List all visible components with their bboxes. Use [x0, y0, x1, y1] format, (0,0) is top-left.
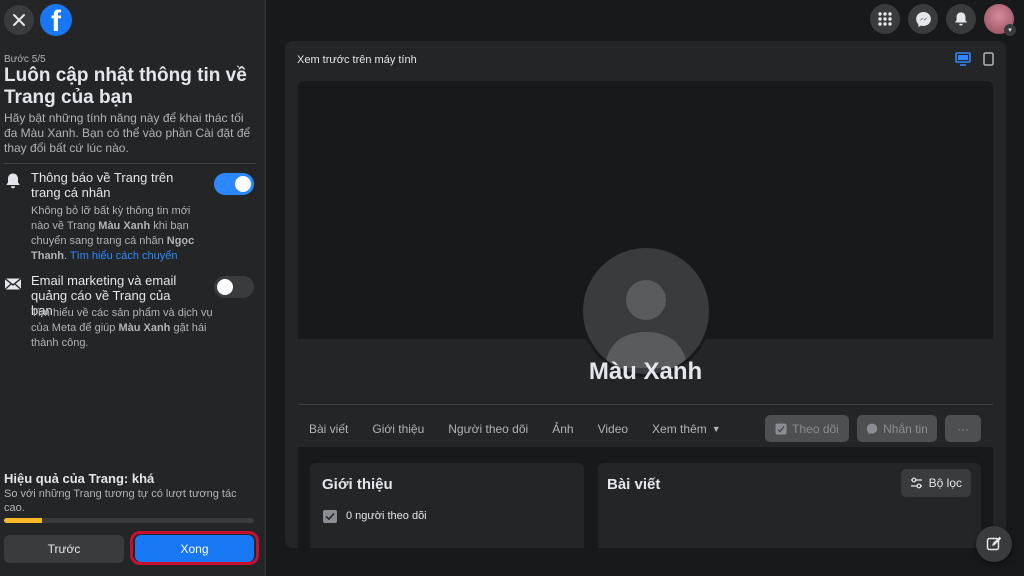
performance-title: Hiệu quả của Trang: khá: [4, 471, 155, 486]
panel-title: Luôn cập nhật thông tin về Trang của bạn: [4, 65, 247, 108]
setting-description: Tìm hiểu về các sản phẩm và dịch vụ của …: [31, 307, 213, 349]
page-tabs: Bài viết Giới thiệu Người theo dõi Ảnh V…: [309, 415, 745, 443]
email-marketing-toggle[interactable]: [214, 276, 254, 298]
performance-progress-bar: [4, 518, 254, 523]
message-label: Nhắn tin: [883, 421, 928, 436]
previous-button[interactable]: Trước: [4, 535, 124, 563]
caret-down-icon: ▼: [711, 424, 721, 434]
setup-panel: f Bước 5/5 Luôn cập nhật thông tin về Tr…: [0, 0, 266, 576]
posts-title: Bài viết: [607, 476, 661, 493]
filter-button[interactable]: Bộ lọc: [900, 469, 971, 497]
panel-description: Hãy bật những tính năng này để khai thác…: [4, 111, 251, 155]
follow-button[interactable]: Theo dõi: [765, 415, 849, 442]
panel-header: f: [4, 4, 72, 36]
follow-label: Theo dõi: [792, 421, 839, 436]
followers-icon: [323, 510, 337, 523]
notifications-button[interactable]: [946, 4, 976, 34]
page-name: Màu Xanh: [588, 358, 703, 385]
notifications-bell-icon: [955, 12, 967, 26]
tab-more-label: Xem thêm: [652, 422, 707, 436]
tab-more[interactable]: Xem thêm ▼: [652, 422, 721, 436]
setting-description: Không bỏ lỡ bất kỳ thông tin mới nào về …: [31, 205, 195, 262]
setting-page-notifications: Thông báo về Trang trên trang cá nhân Kh…: [4, 170, 256, 265]
chevron-down-icon: ▾: [1004, 24, 1016, 36]
envelope-icon: [4, 277, 22, 290]
filter-label: Bộ lọc: [928, 476, 962, 490]
tab-photos[interactable]: Ảnh: [552, 422, 573, 436]
facebook-logo[interactable]: f: [40, 4, 72, 36]
tab-about[interactable]: Giới thiệu: [372, 422, 424, 436]
desktop-icon[interactable]: [955, 52, 971, 66]
page-preview: Xem trước trên máy tính Màu Xanh Bài viế…: [285, 41, 1006, 548]
page-actions: Theo dõi Nhắn tin ···: [765, 415, 981, 442]
close-icon: [13, 14, 25, 26]
tab-videos[interactable]: Video: [598, 422, 628, 436]
divider: [4, 163, 256, 164]
follow-icon: [775, 423, 787, 434]
intro-title: Giới thiệu: [322, 476, 393, 493]
apps-menu-icon: [878, 12, 892, 26]
apps-menu-button[interactable]: [870, 4, 900, 34]
messenger-icon: [915, 11, 931, 27]
toggle-knob: [217, 279, 233, 295]
progress-fill: [4, 518, 42, 523]
top-right-toolbar: ▾: [870, 4, 1016, 36]
setting-email-marketing: Email marketing và email quảng cáo về Tr…: [4, 273, 256, 353]
edit-icon: [986, 536, 1002, 551]
done-button[interactable]: Xong: [135, 535, 254, 562]
profile-avatar[interactable]: ▾: [984, 4, 1016, 36]
tab-posts[interactable]: Bài viết: [309, 422, 348, 436]
device-toggle: [955, 52, 994, 66]
posts-card: Bài viết Bộ lọc: [598, 463, 981, 548]
notifications-toggle[interactable]: [214, 173, 254, 195]
bell-icon: [6, 173, 20, 189]
learn-how-to-switch-link[interactable]: Tìm hiểu cách chuyển: [70, 250, 178, 262]
setting-title: Thông báo về Trang trên trang cá nhân: [31, 170, 174, 200]
followers-label: 0 người theo dõi: [346, 510, 427, 522]
preview-label: Xem trước trên máy tính: [297, 54, 417, 66]
more-options-button[interactable]: ···: [945, 415, 981, 442]
divider: [298, 404, 993, 405]
messenger-icon: [866, 423, 878, 434]
mobile-icon[interactable]: [983, 52, 994, 66]
close-button[interactable]: [4, 5, 34, 35]
filter-sliders-icon: [910, 477, 922, 489]
performance-description: So với những Trang tương tự có lượt tươn…: [4, 488, 237, 514]
message-button[interactable]: Nhắn tin: [857, 415, 937, 442]
tab-followers[interactable]: Người theo dõi: [448, 422, 528, 436]
default-avatar-icon: [605, 280, 687, 368]
messenger-button[interactable]: [908, 4, 938, 34]
intro-card: Giới thiệu 0 người theo dõi: [310, 463, 584, 548]
compose-button[interactable]: [976, 526, 1012, 562]
toggle-knob: [235, 176, 251, 192]
step-indicator: Bước 5/5: [4, 54, 46, 65]
followers-count: 0 người theo dõi: [322, 508, 427, 524]
